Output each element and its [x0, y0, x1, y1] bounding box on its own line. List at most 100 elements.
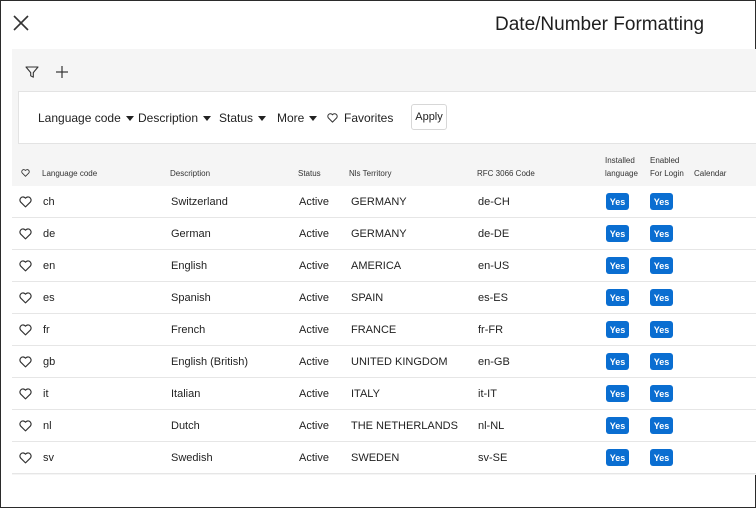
cell-rfc-code: en-GB [478, 356, 510, 368]
column-header-description[interactable]: Description [170, 167, 210, 180]
content-panel: Language code Description Status More Fa… [12, 49, 756, 475]
cell-language-code: sv [43, 452, 54, 464]
favorite-heart-icon[interactable] [19, 388, 32, 400]
column-header-installed-line1: Installed [605, 156, 635, 165]
enabled-yes-badge[interactable]: Yes [650, 385, 673, 402]
enabled-yes-badge[interactable]: Yes [650, 417, 673, 434]
table-row[interactable]: fr French Active FRANCE fr-FR Yes Yes [12, 314, 756, 346]
cell-language-code: es [43, 292, 55, 304]
cell-nls-territory: SWEDEN [351, 452, 400, 464]
cell-language-code: fr [43, 324, 50, 336]
favorite-heart-icon[interactable] [19, 452, 32, 464]
cell-nls-territory: ITALY [351, 388, 380, 400]
enabled-yes-badge[interactable]: Yes [650, 193, 673, 210]
cell-language-code: nl [43, 420, 52, 432]
cell-rfc-code: de-DE [478, 228, 510, 240]
table-row[interactable]: ch Switzerland Active GERMANY de-CH Yes Yes [12, 186, 756, 218]
table-row[interactable]: sv Swedish Active SWEDEN sv-SE Yes Yes [12, 442, 756, 474]
cell-description: Dutch [171, 420, 200, 432]
favorite-heart-icon[interactable] [19, 324, 32, 336]
cell-description: English [171, 260, 208, 272]
cell-description: Italian [171, 388, 201, 400]
cell-description: Swedish [171, 452, 213, 464]
column-header-calendar[interactable]: Calendar [694, 167, 726, 180]
cell-description: Switzerland [171, 196, 228, 208]
installed-yes-badge[interactable]: Yes [606, 449, 629, 466]
cell-nls-territory: SPAIN [351, 292, 384, 304]
installed-yes-badge[interactable]: Yes [606, 353, 629, 370]
cell-nls-territory: FRANCE [351, 324, 397, 336]
enabled-yes-badge[interactable]: Yes [650, 321, 673, 338]
installed-yes-badge[interactable]: Yes [606, 193, 629, 210]
cell-status: Active [299, 260, 329, 272]
close-icon [13, 15, 29, 31]
favorite-heart-icon[interactable] [19, 260, 32, 272]
installed-yes-badge[interactable]: Yes [606, 417, 629, 434]
favorite-heart-icon[interactable] [19, 196, 32, 208]
table-row[interactable]: de German Active GERMANY de-DE Yes Yes [12, 218, 756, 250]
cell-status: Active [299, 356, 329, 368]
cell-rfc-code: fr-FR [478, 324, 504, 336]
cell-rfc-code: sv-SE [478, 452, 508, 464]
table-row[interactable]: en English Active AMERICA en-US Yes Yes [12, 250, 756, 282]
cell-nls-territory: AMERICA [351, 260, 402, 272]
cell-description: Spanish [171, 292, 211, 304]
close-button[interactable] [11, 13, 33, 35]
column-header-installed-language[interactable]: Installed language [605, 154, 638, 180]
cell-nls-territory: GERMANY [351, 196, 407, 208]
table-row[interactable]: gb English (British) Active UNITED KINGDOM e… [12, 346, 756, 378]
cell-language-code: gb [43, 356, 56, 368]
cell-nls-territory: THE NETHERLANDS [351, 420, 458, 432]
enabled-yes-badge[interactable]: Yes [650, 225, 673, 242]
cell-status: Active [299, 420, 329, 432]
cell-language-code: ch [43, 196, 55, 208]
cell-description: English (British) [171, 356, 249, 368]
column-header-status[interactable]: Status [298, 167, 321, 180]
page-title: Date/Number Formatting [495, 14, 705, 35]
favorite-heart-icon[interactable] [19, 228, 32, 240]
favorite-heart-icon[interactable] [19, 420, 32, 432]
favorite-column-heart-icon [21, 169, 30, 177]
cell-language-code: de [43, 228, 56, 240]
cell-nls-territory: GERMANY [351, 228, 407, 240]
cell-rfc-code: es-ES [478, 292, 508, 304]
column-header-installed-line2: language [605, 169, 638, 178]
cell-status: Active [299, 452, 329, 464]
column-header-enabled-line1: Enabled [650, 156, 680, 165]
table-row[interactable]: nl Dutch Active THE NETHERLANDS nl-NL Yes Yes [12, 410, 756, 442]
cell-nls-territory: UNITED KINGDOM [351, 356, 448, 368]
cell-status: Active [299, 292, 329, 304]
cell-status: Active [299, 324, 329, 336]
column-header-enabled-line2: For Login [650, 169, 684, 178]
cell-status: Active [299, 388, 329, 400]
installed-yes-badge[interactable]: Yes [606, 385, 629, 402]
table-header: Language code Description Status Nls Ter… [12, 49, 756, 186]
enabled-yes-badge[interactable]: Yes [650, 353, 673, 370]
installed-yes-badge[interactable]: Yes [606, 289, 629, 306]
cell-rfc-code: de-CH [478, 196, 510, 208]
installed-yes-badge[interactable]: Yes [606, 321, 629, 338]
favorite-heart-icon[interactable] [19, 292, 32, 304]
dialog-window: Date/Number Formatting Language code Des… [0, 0, 756, 508]
cell-language-code: en [43, 260, 56, 272]
cell-rfc-code: en-US [478, 260, 510, 272]
table-row[interactable]: it Italian Active ITALY it-IT Yes Yes [12, 378, 756, 410]
column-header-language-code[interactable]: Language code [42, 167, 97, 180]
installed-yes-badge[interactable]: Yes [606, 257, 629, 274]
column-header-rfc-code[interactable]: RFC 3066 Code [477, 167, 535, 180]
table-row[interactable]: es Spanish Active SPAIN es-ES Yes Yes [12, 282, 756, 314]
cell-description: French [171, 324, 206, 336]
cell-status: Active [299, 228, 329, 240]
cell-language-code: it [43, 388, 49, 400]
installed-yes-badge[interactable]: Yes [606, 225, 629, 242]
column-header-nls-territory[interactable]: Nls Territory [349, 167, 392, 180]
enabled-yes-badge[interactable]: Yes [650, 449, 673, 466]
favorite-heart-icon[interactable] [19, 356, 32, 368]
cell-rfc-code: nl-NL [478, 420, 505, 432]
enabled-yes-badge[interactable]: Yes [650, 257, 673, 274]
column-header-enabled-for-login[interactable]: Enabled For Login [650, 154, 684, 180]
cell-description: German [171, 228, 211, 240]
cell-status: Active [299, 196, 329, 208]
enabled-yes-badge[interactable]: Yes [650, 289, 673, 306]
cell-rfc-code: it-IT [478, 388, 497, 400]
